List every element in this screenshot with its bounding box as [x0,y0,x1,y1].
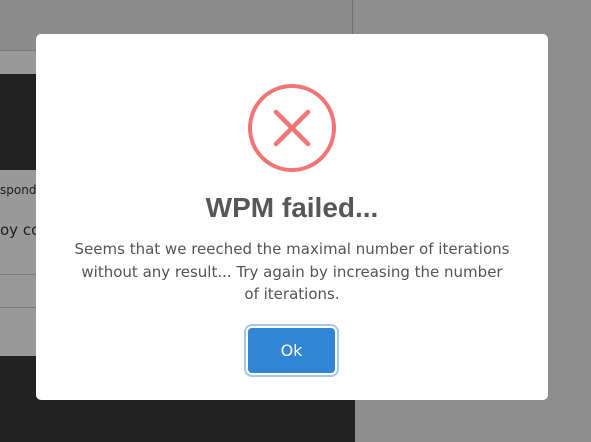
error-x-icon [248,84,336,172]
ok-button[interactable]: Ok [248,328,335,373]
dialog-message: Seems that we reeched the maximal number… [74,240,510,303]
dialog-title: WPM failed... [205,192,379,223]
error-dialog: WPM failed... Seems that we reeched the … [36,34,548,400]
